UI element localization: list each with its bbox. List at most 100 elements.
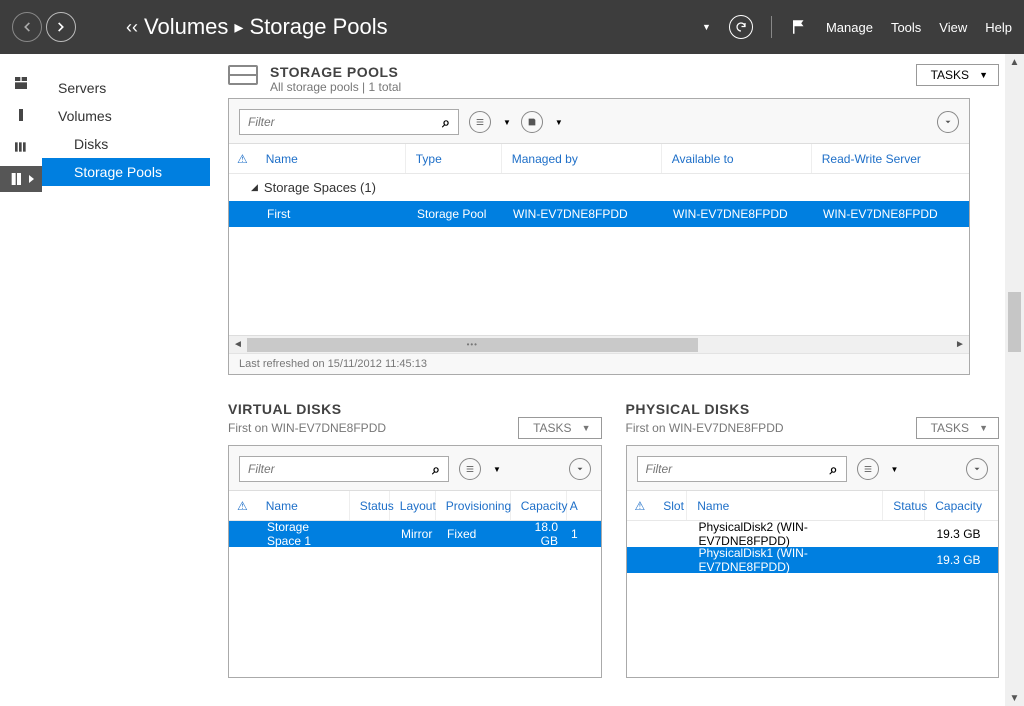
- forward-button[interactable]: [46, 12, 76, 42]
- col-allocated[interactable]: A: [567, 491, 581, 520]
- pools-row-type: Storage Pool: [407, 207, 503, 221]
- scroll-up-icon[interactable]: ▲: [1005, 54, 1024, 70]
- iconstrip-servers[interactable]: [0, 102, 42, 128]
- col-type[interactable]: Type: [406, 144, 502, 173]
- pools-header: STORAGE POOLS All storage pools | 1 tota…: [228, 64, 999, 94]
- separator: [771, 16, 772, 38]
- vdisks-filter-input-wrap: ⌕: [239, 456, 449, 482]
- menu-tools[interactable]: Tools: [891, 20, 921, 35]
- icon-strip: [0, 54, 42, 706]
- pdisks-view-options-button[interactable]: [857, 458, 879, 480]
- pools-group-row[interactable]: ◢Storage Spaces (1): [229, 174, 969, 201]
- col-name[interactable]: Name: [256, 144, 406, 173]
- pools-tasks-button[interactable]: TASKS▼: [916, 64, 999, 86]
- pools-grid: ⚠ Name Type Managed by Available to Read…: [229, 143, 969, 353]
- col-name[interactable]: Name: [687, 491, 883, 520]
- col-provisioning[interactable]: Provisioning: [436, 491, 511, 520]
- pools-row-first[interactable]: First Storage Pool WIN-EV7DNE8FPDD WIN-E…: [229, 201, 969, 227]
- pools-row-managed: WIN-EV7DNE8FPDD: [503, 207, 663, 221]
- warning-icon[interactable]: ⚠: [229, 152, 256, 166]
- pdisks-panel: ⌕ ▼ ⚠ Slot Name Status Capacity: [626, 445, 1000, 678]
- iconstrip-allservers[interactable]: [0, 134, 42, 160]
- scroll-down-icon[interactable]: ▼: [1005, 690, 1024, 706]
- virtual-disks-section: VIRTUAL DISKS First on WIN-EV7DNE8FPDD T…: [228, 401, 602, 678]
- pdisks-tasks-button[interactable]: TASKS▼: [916, 417, 999, 439]
- breadcrumb-item-pools[interactable]: Storage Pools: [249, 14, 387, 40]
- col-capacity[interactable]: Capacity: [925, 491, 998, 520]
- vdisks-expand-button[interactable]: [569, 458, 591, 480]
- sidebar-item-volumes[interactable]: Volumes: [42, 102, 210, 130]
- caret-down-icon: ▼: [493, 465, 501, 474]
- pdisks-row-2[interactable]: PhysicalDisk1 (WIN-EV7DNE8FPDD) 19.3 GB: [627, 547, 999, 573]
- pdisks-title: PHYSICAL DISKS: [626, 401, 1000, 417]
- pools-grid-header: ⚠ Name Type Managed by Available to Read…: [229, 144, 969, 174]
- vdisks-grid-header: ⚠ Name Status Layout Provisioning Capaci…: [229, 491, 601, 521]
- sidebar-item-servers[interactable]: Servers: [42, 74, 210, 102]
- vdisks-tasks-button[interactable]: TASKS▼: [518, 417, 601, 439]
- pools-title: STORAGE POOLS: [270, 64, 401, 80]
- iconstrip-storage[interactable]: [0, 166, 42, 192]
- vdisks-row-a: 1: [568, 527, 582, 541]
- search-icon[interactable]: ⌕: [822, 461, 846, 478]
- search-icon[interactable]: ⌕: [434, 114, 458, 131]
- tasks-label: TASKS: [533, 421, 571, 435]
- menu-help[interactable]: Help: [985, 20, 1012, 35]
- vertical-scrollbar[interactable]: ▲ ▼: [1005, 54, 1024, 706]
- vdisks-panel: ⌕ ▼ ⚠ Name Status Layout Provisioning Ca…: [228, 445, 602, 678]
- col-readwrite[interactable]: Read-Write Server: [812, 144, 969, 173]
- pools-save-button[interactable]: [521, 111, 543, 133]
- pools-row-rw: WIN-EV7DNE8FPDD: [813, 207, 969, 221]
- col-slot[interactable]: Slot: [653, 491, 687, 520]
- pools-horizontal-scrollbar[interactable]: ◄ ••• ►: [229, 335, 969, 353]
- scrollbar-thumb[interactable]: •••: [247, 338, 698, 352]
- col-status[interactable]: Status: [883, 491, 925, 520]
- refresh-button[interactable]: [729, 15, 753, 39]
- pools-filter-row: ⌕ ▼ ▼: [229, 99, 969, 143]
- pdisks-row-1[interactable]: PhysicalDisk2 (WIN-EV7DNE8FPDD) 19.3 GB: [627, 521, 999, 547]
- vdisks-view-options-button[interactable]: [459, 458, 481, 480]
- vdisks-subtitle: First on WIN-EV7DNE8FPDD: [228, 421, 386, 435]
- pdisks-grid: ⚠ Slot Name Status Capacity PhysicalDisk…: [627, 490, 999, 677]
- vdisks-filter-row: ⌕ ▼: [229, 446, 601, 490]
- vdisks-filter-input[interactable]: [240, 462, 424, 476]
- menu-view[interactable]: View: [939, 20, 967, 35]
- pools-filter-input[interactable]: [240, 115, 434, 129]
- vdisks-row-1[interactable]: Storage Space 1 Mirror Fixed 18.0 GB 1: [229, 521, 601, 547]
- dropdown-caret-icon[interactable]: ▼: [702, 22, 711, 32]
- sidebar-item-disks[interactable]: Disks: [42, 130, 210, 158]
- search-icon[interactable]: ⌕: [424, 461, 448, 478]
- sidebar-item-storage-pools[interactable]: Storage Pools: [42, 158, 210, 186]
- menu-manage[interactable]: Manage: [826, 20, 873, 35]
- vdisks-title: VIRTUAL DISKS: [228, 401, 602, 417]
- col-available[interactable]: Available to: [662, 144, 812, 173]
- col-name[interactable]: Name: [256, 491, 350, 520]
- pools-row-avail: WIN-EV7DNE8FPDD: [663, 207, 813, 221]
- scroll-left-icon[interactable]: ◄: [229, 339, 247, 350]
- caret-down-icon: ▼: [503, 118, 511, 127]
- pools-expand-button[interactable]: [937, 111, 959, 133]
- pools-row-name: First: [257, 207, 407, 221]
- col-status[interactable]: Status: [350, 491, 390, 520]
- pools-group-label: Storage Spaces (1): [264, 180, 376, 195]
- breadcrumb: ‹‹ Volumes ▸ Storage Pools: [120, 14, 388, 40]
- col-capacity[interactable]: Capacity: [511, 491, 567, 520]
- tasks-label: TASKS: [931, 68, 969, 82]
- iconstrip-dashboard[interactable]: [0, 70, 42, 96]
- breadcrumb-item-volumes[interactable]: Volumes: [144, 14, 228, 40]
- breadcrumb-history-icon[interactable]: ‹‹: [126, 17, 138, 38]
- pools-filter-input-wrap: ⌕: [239, 109, 459, 135]
- vdisks-grid: ⚠ Name Status Layout Provisioning Capaci…: [229, 490, 601, 677]
- back-button[interactable]: [12, 12, 42, 42]
- col-layout[interactable]: Layout: [390, 491, 436, 520]
- scrollbar-thumb[interactable]: [1008, 292, 1021, 352]
- warning-icon[interactable]: ⚠: [229, 499, 256, 513]
- pdisks-filter-input[interactable]: [638, 462, 822, 476]
- col-managed[interactable]: Managed by: [502, 144, 662, 173]
- pdisks-expand-button[interactable]: [966, 458, 988, 480]
- pdisks-row2-cap: 19.3 GB: [927, 553, 999, 567]
- notifications-flag-icon[interactable]: [790, 18, 808, 36]
- pdisks-subtitle: First on WIN-EV7DNE8FPDD: [626, 421, 784, 435]
- pools-view-options-button[interactable]: [469, 111, 491, 133]
- warning-icon[interactable]: ⚠: [627, 499, 654, 513]
- scroll-right-icon[interactable]: ►: [951, 339, 969, 350]
